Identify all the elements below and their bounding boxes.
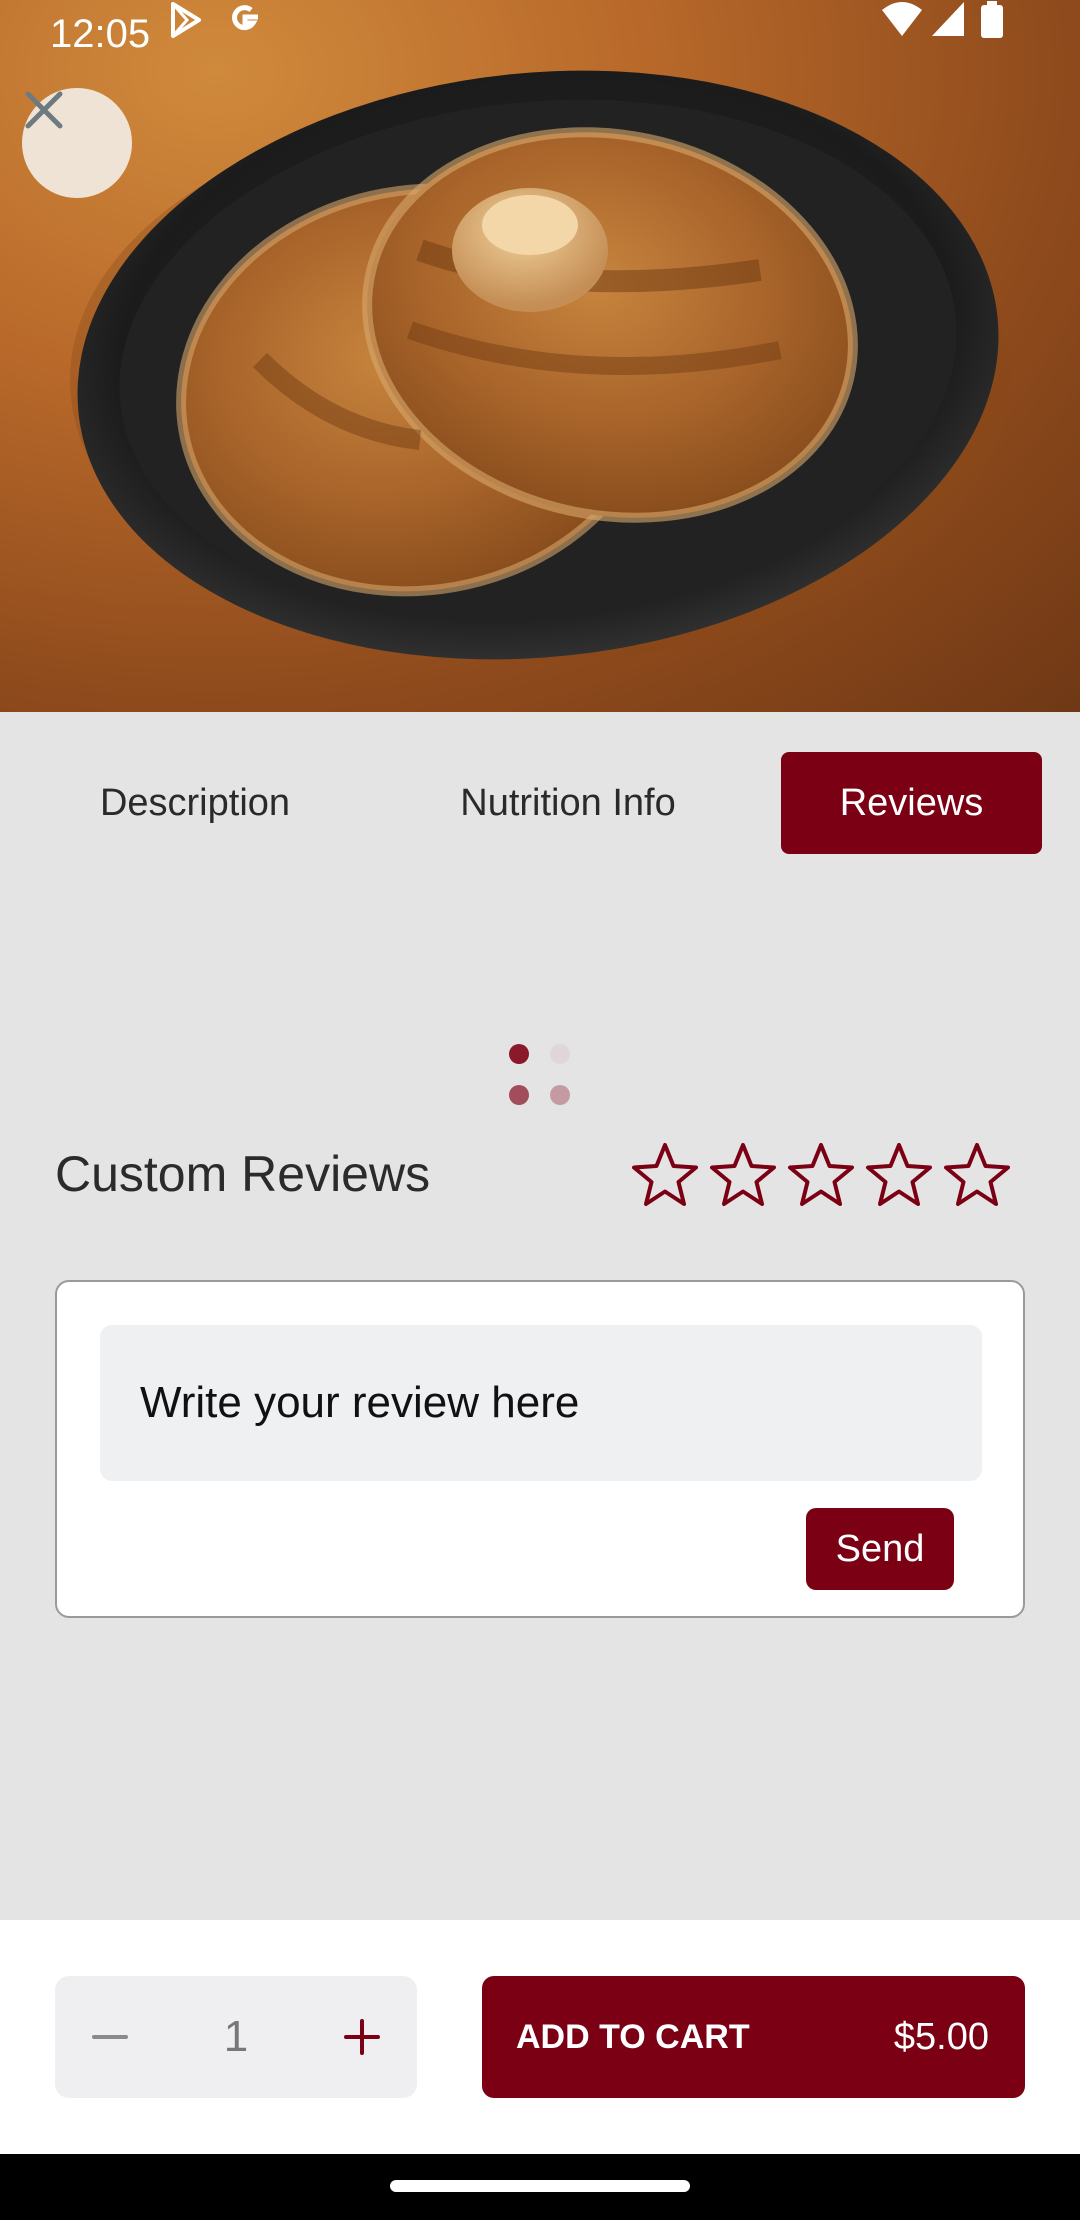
star-icon[interactable] xyxy=(630,1140,700,1210)
hero-image: 12:05 xyxy=(0,0,1080,712)
quantity-stepper: 1 xyxy=(55,1976,417,2098)
pager-dot xyxy=(550,1044,570,1064)
review-input[interactable] xyxy=(100,1325,982,1481)
star-icon[interactable] xyxy=(708,1140,778,1210)
google-icon xyxy=(232,5,258,31)
pager-dot xyxy=(509,1044,529,1064)
star-icon[interactable] xyxy=(942,1140,1012,1210)
play-store-icon xyxy=(171,2,201,38)
tab-nutrition-info[interactable]: Nutrition Info xyxy=(420,752,716,854)
bottom-bar: 1 ADD TO CART $5.00 xyxy=(0,1920,1080,2154)
close-button[interactable] xyxy=(22,88,132,198)
send-button[interactable]: Send xyxy=(806,1508,954,1590)
status-time: 12:05 xyxy=(50,12,151,56)
close-icon xyxy=(25,91,63,129)
decrease-quantity-button[interactable] xyxy=(55,1976,165,2098)
star-icon[interactable] xyxy=(786,1140,856,1210)
star-icon[interactable] xyxy=(864,1140,934,1210)
plus-icon xyxy=(344,2019,380,2055)
battery-icon xyxy=(981,1,1003,38)
tab-reviews[interactable]: Reviews xyxy=(781,752,1042,854)
quantity-value: 1 xyxy=(223,2012,249,2061)
signal-icon xyxy=(932,2,964,36)
increase-quantity-button[interactable] xyxy=(307,1976,417,2098)
tab-bar: Description Nutrition Info Reviews xyxy=(0,752,1080,854)
tab-description[interactable]: Description xyxy=(40,752,350,854)
pager-dot xyxy=(509,1085,529,1105)
review-card: Send xyxy=(55,1280,1025,1618)
add-to-cart-label: ADD TO CART xyxy=(516,2017,750,2056)
home-indicator[interactable] xyxy=(390,2180,690,2192)
pancake-plate-illustration xyxy=(70,70,1010,660)
add-to-cart-button[interactable]: ADD TO CART $5.00 xyxy=(482,1976,1025,2098)
status-bar: 12:05 xyxy=(0,0,1080,66)
reviews-title: Custom Reviews xyxy=(55,1146,431,1202)
pager-dot xyxy=(550,1085,570,1105)
star-rating xyxy=(630,1140,1012,1210)
minus-icon xyxy=(92,2035,128,2039)
add-to-cart-price: $5.00 xyxy=(893,2015,989,2058)
system-nav-bar xyxy=(0,2154,1080,2220)
wifi-icon xyxy=(882,2,922,36)
